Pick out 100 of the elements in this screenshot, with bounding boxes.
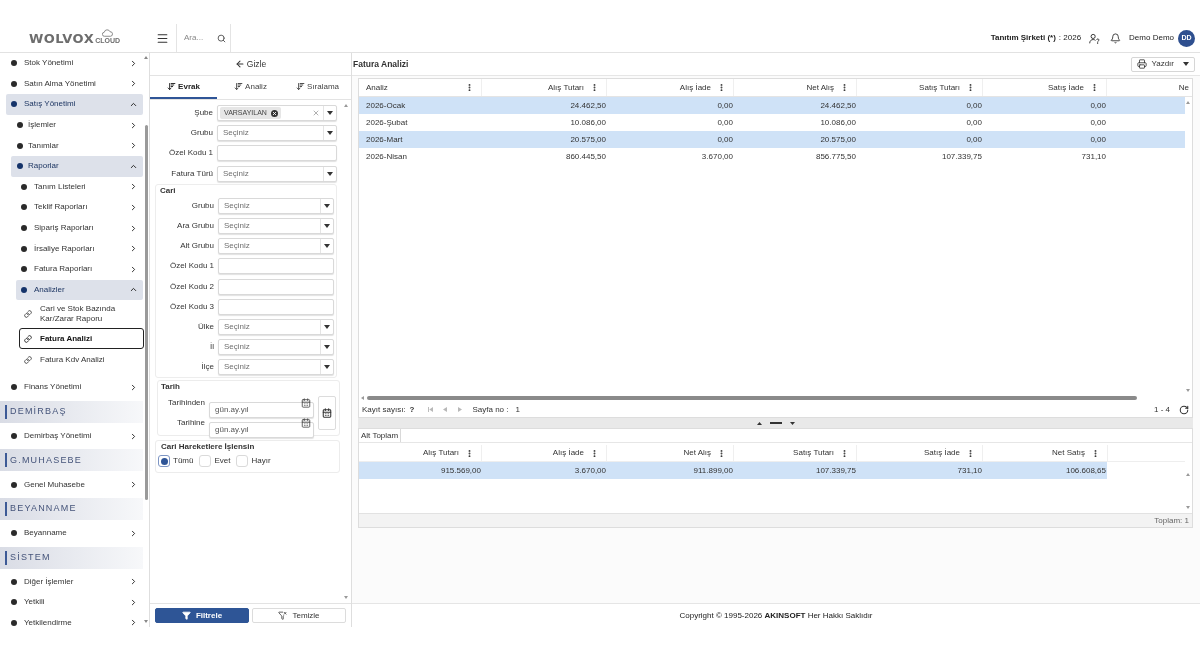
select-field[interactable]: Seçiniz bbox=[217, 165, 337, 182]
scroll-up-icon[interactable] bbox=[1186, 101, 1190, 104]
select-field[interactable]: Seçiniz bbox=[218, 359, 334, 376]
column-header[interactable]: Net Satış bbox=[983, 445, 1107, 461]
kebab-menu-icon[interactable] bbox=[840, 448, 849, 458]
select-field[interactable]: Seçiniz bbox=[218, 197, 334, 214]
nav-item[interactable]: Diğer İşlemler bbox=[6, 571, 143, 593]
date-field[interactable]: gün.ay.yıl bbox=[209, 401, 314, 418]
nav-item[interactable]: İrsaliye Raporları bbox=[16, 238, 143, 259]
bell-icon[interactable] bbox=[1110, 32, 1122, 44]
kebab-menu-icon[interactable] bbox=[590, 448, 599, 458]
scroll-down-icon[interactable] bbox=[344, 596, 348, 599]
scroll-down-icon[interactable] bbox=[144, 620, 148, 623]
select-field[interactable]: Seçiniz bbox=[218, 318, 334, 335]
hide-panel-button[interactable]: Gizle bbox=[150, 53, 351, 76]
nav-item[interactable]: Stok Yönetimi bbox=[6, 53, 143, 74]
nav-item[interactable]: Satın Alma Yönetimi bbox=[6, 73, 143, 95]
nav-item[interactable]: Tanımlar bbox=[11, 135, 143, 156]
select-field[interactable]: Seçiniz bbox=[217, 125, 337, 142]
scroll-left-icon[interactable] bbox=[361, 396, 364, 400]
column-header[interactable]: Analiz bbox=[359, 79, 482, 96]
user-name[interactable]: Demo Demo bbox=[1129, 32, 1174, 44]
scroll-up-icon[interactable] bbox=[1186, 473, 1190, 476]
radio-button[interactable] bbox=[158, 455, 170, 468]
column-header[interactable]: Net Alış bbox=[607, 445, 734, 461]
column-header[interactable]: Satış İade bbox=[983, 79, 1107, 96]
search-field[interactable]: Ara... bbox=[184, 32, 212, 44]
kebab-menu-icon[interactable] bbox=[840, 83, 849, 92]
nav-item[interactable]: Analizler bbox=[16, 279, 143, 301]
tab[interactable]: Evrak bbox=[150, 76, 217, 99]
column-header[interactable]: Net Alış bbox=[734, 79, 857, 96]
text-field[interactable] bbox=[217, 145, 337, 162]
column-header[interactable]: Satış Tutarı bbox=[734, 445, 857, 461]
filter-button[interactable]: Filtrele bbox=[155, 608, 249, 623]
column-header[interactable]: Ne bbox=[1107, 79, 1192, 96]
scroll-down-icon[interactable] bbox=[1186, 506, 1190, 509]
nav-item[interactable]: Genel Muhasebe bbox=[6, 474, 143, 495]
scrollbar-thumb[interactable] bbox=[367, 396, 1137, 400]
remove-tag-icon[interactable] bbox=[270, 109, 278, 117]
kebab-menu-icon[interactable] bbox=[966, 83, 975, 92]
column-header[interactable]: Alış İade bbox=[482, 445, 607, 461]
calendar-icon[interactable] bbox=[301, 418, 311, 429]
search-icon[interactable] bbox=[217, 33, 226, 43]
scrollbar-thumb[interactable] bbox=[145, 125, 148, 500]
nav-link[interactable]: Fatura Analizi bbox=[19, 328, 144, 350]
nav-item[interactable]: Yetkilendirme bbox=[6, 612, 143, 634]
sort-icon bbox=[296, 82, 305, 91]
nav-item[interactable]: Sipariş Raporları bbox=[16, 217, 143, 239]
nav-item[interactable]: Fatura Raporları bbox=[16, 258, 143, 280]
select-field[interactable]: Seçiniz bbox=[218, 339, 334, 356]
calendar-icon[interactable] bbox=[301, 398, 311, 409]
nav-item[interactable]: Finans Yönetimi bbox=[6, 377, 143, 398]
group-title: Cari Hareketlere İşlensin bbox=[160, 441, 256, 454]
bullet-icon bbox=[11, 481, 17, 488]
kebab-menu-icon[interactable] bbox=[590, 83, 599, 92]
nav-item[interactable]: Beyanname bbox=[6, 522, 143, 544]
print-button[interactable]: Yazdır bbox=[1131, 56, 1195, 72]
tab[interactable]: Sıralama bbox=[284, 76, 351, 99]
date-field[interactable]: gün.ay.yıl bbox=[209, 421, 314, 438]
nav-item[interactable]: Yetkili bbox=[6, 592, 143, 613]
kebab-menu-icon[interactable] bbox=[717, 83, 726, 92]
column-header[interactable]: Alış İade bbox=[607, 79, 734, 96]
table-row[interactable]: 2026-Ocak 24.462,50 0,00 24.462,50 0,00 0,00 bbox=[359, 97, 1185, 114]
kebab-menu-icon[interactable] bbox=[1091, 448, 1100, 458]
date-range-button[interactable] bbox=[318, 396, 336, 431]
user-question-icon[interactable] bbox=[1089, 32, 1101, 44]
nav-link[interactable]: Cari ve Stok Bazında Kar/Zarar Raporu bbox=[19, 300, 144, 329]
nav-item[interactable]: Tanım Listeleri bbox=[16, 176, 143, 198]
kebab-menu-icon[interactable] bbox=[465, 448, 474, 458]
text-field[interactable] bbox=[218, 258, 334, 275]
splitter-handle[interactable] bbox=[358, 418, 1193, 428]
tab[interactable]: Analiz bbox=[217, 76, 284, 99]
nav-item[interactable]: İşlemler bbox=[11, 114, 143, 136]
kebab-menu-icon[interactable] bbox=[717, 448, 726, 458]
column-header[interactable]: Satış İade bbox=[857, 445, 983, 461]
clear-button[interactable]: Temizle bbox=[252, 608, 346, 623]
chevron-right-icon bbox=[129, 223, 138, 233]
total-count: Toplam: 1 bbox=[1154, 514, 1189, 527]
select-field[interactable]: Seçiniz bbox=[218, 238, 334, 255]
text-field[interactable] bbox=[218, 278, 334, 295]
table-row[interactable]: 915.569,00 3.670,00 911.899,00 107.339,75 731,10 106.608,65 bbox=[359, 462, 1107, 479]
kebab-menu-icon[interactable] bbox=[966, 448, 975, 458]
column-header[interactable]: Satış Tutarı bbox=[857, 79, 983, 96]
column-header[interactable]: Alış Tutarı bbox=[482, 79, 607, 96]
table-row[interactable]: 2026-Mart 20.575,00 0,00 20.575,00 0,00 0,00 bbox=[359, 131, 1185, 148]
scroll-up-icon[interactable] bbox=[144, 56, 148, 59]
scroll-down-icon[interactable] bbox=[1186, 389, 1190, 392]
nav-item[interactable]: Satış Yönetimi bbox=[6, 94, 143, 115]
kebab-menu-icon[interactable] bbox=[1090, 83, 1099, 92]
nav-item[interactable]: Teklif Raporları bbox=[16, 197, 143, 218]
nav-link[interactable]: Fatura Kdv Analizi bbox=[19, 349, 144, 371]
text-field[interactable] bbox=[218, 298, 334, 315]
scroll-up-icon[interactable] bbox=[344, 104, 348, 107]
column-header[interactable]: Alış Tutarı bbox=[359, 445, 482, 461]
nav-item[interactable]: Demirbaş Yönetimi bbox=[6, 425, 143, 447]
refresh-icon[interactable] bbox=[1179, 404, 1189, 415]
select-field[interactable]: Seçiniz bbox=[218, 218, 334, 235]
kebab-menu-icon[interactable] bbox=[465, 83, 474, 92]
panel-tab[interactable]: Alt Toplam bbox=[359, 429, 402, 442]
nav-item[interactable]: Raporlar bbox=[11, 155, 143, 177]
